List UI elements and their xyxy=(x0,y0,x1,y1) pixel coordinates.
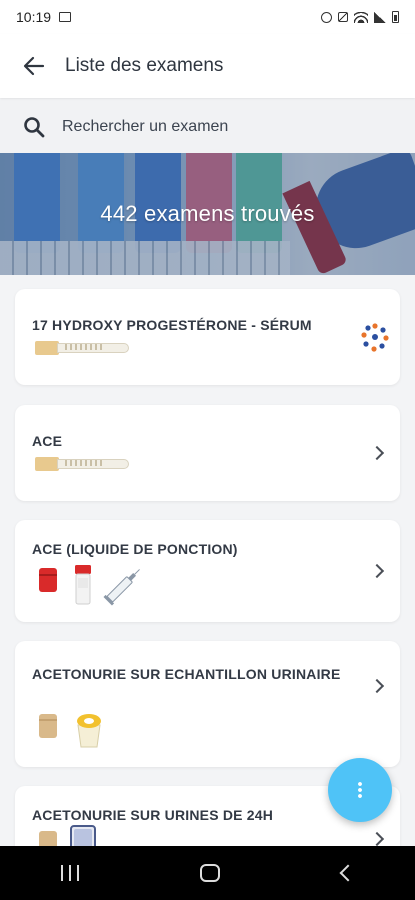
gallery-icon xyxy=(59,12,72,22)
chevron-right-icon xyxy=(369,831,385,847)
wifi-icon xyxy=(354,11,368,23)
status-time: 10:19 xyxy=(16,9,52,25)
status-icons xyxy=(321,11,399,23)
exam-card[interactable]: 17 HYDROXY PROGESTÉRONE - SÉRUM xyxy=(15,289,400,385)
system-back-icon[interactable] xyxy=(339,864,357,882)
exam-title: 17 HYDROXY PROGESTÉRONE - SÉRUM xyxy=(32,317,312,333)
more-vertical-icon xyxy=(358,781,362,799)
app-bar: Liste des examens xyxy=(0,34,415,98)
results-banner: 442 examens trouvés xyxy=(0,153,415,275)
chevron-right-icon xyxy=(369,563,385,579)
exam-card[interactable]: ACE xyxy=(15,405,400,501)
status-bar: 10:19 xyxy=(0,0,415,34)
mute-icon xyxy=(338,12,348,22)
beige-pot-icon xyxy=(39,714,57,738)
system-navigation-bar xyxy=(0,846,415,900)
chevron-right-icon xyxy=(369,678,385,694)
exam-card[interactable]: ACE (LIQUIDE DE PONCTION) xyxy=(15,520,400,622)
yellow-urine-cup-icon xyxy=(77,714,101,748)
beige-tube-icon xyxy=(35,457,131,471)
chevron-right-icon xyxy=(369,445,385,461)
search-bar[interactable] xyxy=(0,100,415,153)
exam-title: ACE xyxy=(32,433,63,449)
arrow-left-icon xyxy=(23,56,45,76)
exam-title: ACETONURIE SUR ECHANTILLON URINAIRE xyxy=(32,666,341,682)
beige-tube-icon xyxy=(35,341,131,355)
lab-logo-icon xyxy=(361,323,389,352)
battery-icon xyxy=(392,11,399,23)
search-input[interactable] xyxy=(62,117,362,136)
exam-title: ACE (LIQUIDE DE PONCTION) xyxy=(32,541,238,557)
back-button[interactable] xyxy=(20,52,48,80)
home-icon[interactable] xyxy=(200,864,221,882)
page-title: Liste des examens xyxy=(65,55,224,76)
syringe-icon xyxy=(103,569,140,606)
exam-card[interactable]: ACETONURIE SUR ECHANTILLON URINAIRE xyxy=(15,641,400,767)
results-count: 442 examens trouvés xyxy=(100,201,315,226)
recent-apps-icon[interactable] xyxy=(60,865,79,881)
more-options-button[interactable] xyxy=(328,758,392,822)
red-cap-tube-icon xyxy=(75,565,91,605)
search-icon xyxy=(24,116,45,137)
red-cap-pot-icon xyxy=(39,568,57,592)
signal-icon xyxy=(374,11,386,23)
alarm-icon xyxy=(321,11,332,23)
exam-title: ACETONURIE SUR URINES DE 24H xyxy=(32,807,274,823)
